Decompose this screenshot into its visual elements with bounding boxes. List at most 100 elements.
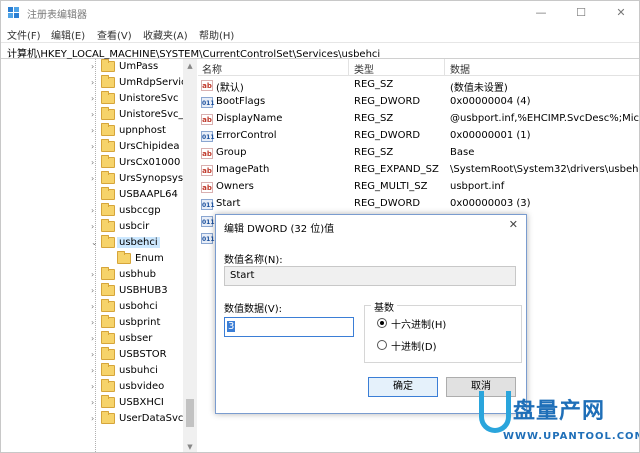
value-name: Start xyxy=(216,198,241,209)
close-button[interactable]: ✕ xyxy=(601,1,639,25)
expand-chevron-icon[interactable]: › xyxy=(91,414,94,423)
tree-item[interactable]: › UmRdpServic xyxy=(1,75,187,91)
tree-item[interactable]: › USBHUB3 xyxy=(1,283,183,299)
value-data: usbport.inf xyxy=(450,181,505,192)
expand-chevron-icon[interactable]: › xyxy=(91,318,94,327)
value-row[interactable]: ab DisplayName REG_SZ @usbport.inf,%EHCIMP.… xyxy=(198,111,640,128)
address-path: 计算机\HKEY_LOCAL_MACHINE\SYSTEM\CurrentCon… xyxy=(7,49,381,60)
expand-chevron-icon[interactable]: › xyxy=(91,334,94,343)
value-data: Base xyxy=(450,147,475,158)
column-separator[interactable] xyxy=(444,59,445,76)
tree-item[interactable]: › USBXHCI xyxy=(1,395,183,411)
value-row[interactable]: 011 Start REG_DWORD 0x00000003 (3) xyxy=(198,196,639,213)
expand-chevron-icon[interactable]: › xyxy=(91,206,94,215)
string-value-icon: ab xyxy=(201,165,213,176)
tree-item[interactable]: Enum xyxy=(1,251,183,267)
value-data: @usbport.inf,%EHCIMP.SvcDesc%;Micr xyxy=(450,113,640,124)
edit-dword-dialog: 编辑 DWORD (32 位)值 ✕ 数值名称(N): Start 数值数据(V… xyxy=(215,214,527,414)
value-row[interactable]: 011 BootFlags REG_DWORD 0x00000004 (4) xyxy=(198,94,639,111)
site-watermark: 盘量产网 WWW.UPANTOOL.COM xyxy=(479,391,640,452)
expand-chevron-icon[interactable]: › xyxy=(91,382,94,391)
value-name: DisplayName xyxy=(216,113,283,124)
scroll-up-icon[interactable]: ▲ xyxy=(183,59,197,73)
tree-item-label: usbhub xyxy=(119,269,156,280)
expand-chevron-icon[interactable]: › xyxy=(91,398,94,407)
scroll-down-icon[interactable]: ▼ xyxy=(183,440,197,452)
tree-item[interactable]: › usbohci xyxy=(1,299,183,315)
value-row[interactable]: ab (默认) REG_SZ (数值未设置) xyxy=(198,77,639,94)
hex-radio[interactable] xyxy=(377,318,387,328)
tree-item[interactable]: › usbhub xyxy=(1,267,183,283)
expand-chevron-icon[interactable]: › xyxy=(91,286,94,295)
minimize-button[interactable]: — xyxy=(521,1,561,25)
expand-chevron-icon[interactable]: › xyxy=(91,62,94,71)
menu-file[interactable]: 文件(F) xyxy=(7,27,41,42)
tree-item[interactable]: › usbuhci xyxy=(1,363,183,379)
menu-view[interactable]: 查看(V) xyxy=(97,27,132,42)
dialog-close-icon[interactable]: ✕ xyxy=(509,218,518,231)
expand-chevron-icon[interactable]: › xyxy=(91,126,94,135)
tree-item[interactable]: › USBSTOR xyxy=(1,347,183,363)
value-name: ImagePath xyxy=(216,164,270,175)
menu-edit[interactable]: 编辑(E) xyxy=(51,27,85,42)
tree-item[interactable]: › usbccgp xyxy=(1,203,183,219)
tree-item-label: USBXHCI xyxy=(119,397,164,408)
tree-item[interactable]: › UrsChipidea xyxy=(1,139,183,155)
dec-radio[interactable] xyxy=(377,340,387,350)
tree-item[interactable]: ⌄ usbehci xyxy=(1,235,183,251)
folder-icon xyxy=(101,315,115,328)
collapse-chevron-icon[interactable]: ⌄ xyxy=(91,238,98,247)
value-row[interactable]: ab Group REG_SZ Base xyxy=(198,145,639,162)
address-bar[interactable]: 计算机\HKEY_LOCAL_MACHINE\SYSTEM\CurrentCon… xyxy=(1,42,639,60)
expand-chevron-icon[interactable]: › xyxy=(91,78,94,87)
watermark-url: WWW.UPANTOOL.COM xyxy=(503,431,640,442)
expand-chevron-icon[interactable]: › xyxy=(91,142,94,151)
expand-chevron-icon[interactable]: › xyxy=(91,270,94,279)
maximize-button[interactable]: ☐ xyxy=(561,1,601,25)
folder-icon xyxy=(101,107,115,120)
tree-item[interactable]: › upnphost xyxy=(1,123,183,139)
tree-item[interactable]: › UmPass xyxy=(1,59,183,75)
tree-item[interactable]: › usbvideo xyxy=(1,379,183,395)
expand-chevron-icon[interactable]: › xyxy=(91,158,94,167)
menu-favorites[interactable]: 收藏夹(A) xyxy=(143,27,188,42)
hex-label[interactable]: 十六进制(H) xyxy=(391,316,446,331)
tree-item[interactable]: › UrsCx01000 xyxy=(1,155,183,171)
expand-chevron-icon[interactable]: › xyxy=(91,94,94,103)
value-row[interactable]: ab Owners REG_MULTI_SZ usbport.inf xyxy=(198,179,639,196)
dec-label[interactable]: 十进制(D) xyxy=(391,338,437,353)
column-separator[interactable] xyxy=(348,59,349,76)
expand-chevron-icon[interactable]: › xyxy=(91,366,94,375)
column-data-header[interactable]: 数据 xyxy=(450,61,470,76)
tree-item[interactable]: › usbprint xyxy=(1,315,183,331)
base-label: 基数 xyxy=(371,299,397,314)
registry-editor-window: 注册表编辑器 — ☐ ✕ 文件(F) 编辑(E) 查看(V) 收藏夹(A) 帮助… xyxy=(0,0,640,453)
tree-scrollbar[interactable]: ▲ ▼ xyxy=(183,59,197,452)
tree-item[interactable]: › UnistoreSvc_5 xyxy=(1,107,190,123)
menu-bar: 文件(F) 编辑(E) 查看(V) 收藏夹(A) 帮助(H) xyxy=(1,25,639,42)
ok-button[interactable]: 确定 xyxy=(368,377,438,397)
tree-item[interactable]: › UrsSynopsys xyxy=(1,171,183,187)
menu-help[interactable]: 帮助(H) xyxy=(199,27,234,42)
value-row[interactable]: ab ImagePath REG_EXPAND_SZ \SystemRoot\Syst… xyxy=(198,162,639,179)
expand-chevron-icon[interactable]: › xyxy=(91,350,94,359)
expand-chevron-icon[interactable]: › xyxy=(91,110,94,119)
column-name-header[interactable]: 名称 xyxy=(202,61,222,76)
tree-item-label: UrsCx01000 xyxy=(119,157,181,168)
expand-chevron-icon[interactable]: › xyxy=(91,174,94,183)
column-type-header[interactable]: 类型 xyxy=(354,61,374,76)
value-row[interactable]: 011 ErrorControl REG_DWORD 0x00000001 (1) xyxy=(198,128,639,145)
expand-chevron-icon[interactable]: › xyxy=(91,222,94,231)
scroll-thumb[interactable] xyxy=(186,399,194,427)
tree-item[interactable]: › UserDataSvc xyxy=(1,411,183,427)
value-data: 0x00000004 (4) xyxy=(450,96,531,107)
dialog-title: 编辑 DWORD (32 位)值 xyxy=(224,224,335,235)
expand-chevron-icon[interactable]: › xyxy=(91,302,94,311)
folder-icon xyxy=(101,203,115,216)
tree-item[interactable]: › UnistoreSvc xyxy=(1,91,183,107)
tree-item-label: usbccgp xyxy=(119,205,161,216)
tree-item[interactable]: › usbser xyxy=(1,331,183,347)
tree-item[interactable]: USBAAPL64 xyxy=(1,187,183,203)
tree-item[interactable]: › usbcir xyxy=(1,219,183,235)
value-data-input[interactable]: 3 xyxy=(224,317,354,337)
